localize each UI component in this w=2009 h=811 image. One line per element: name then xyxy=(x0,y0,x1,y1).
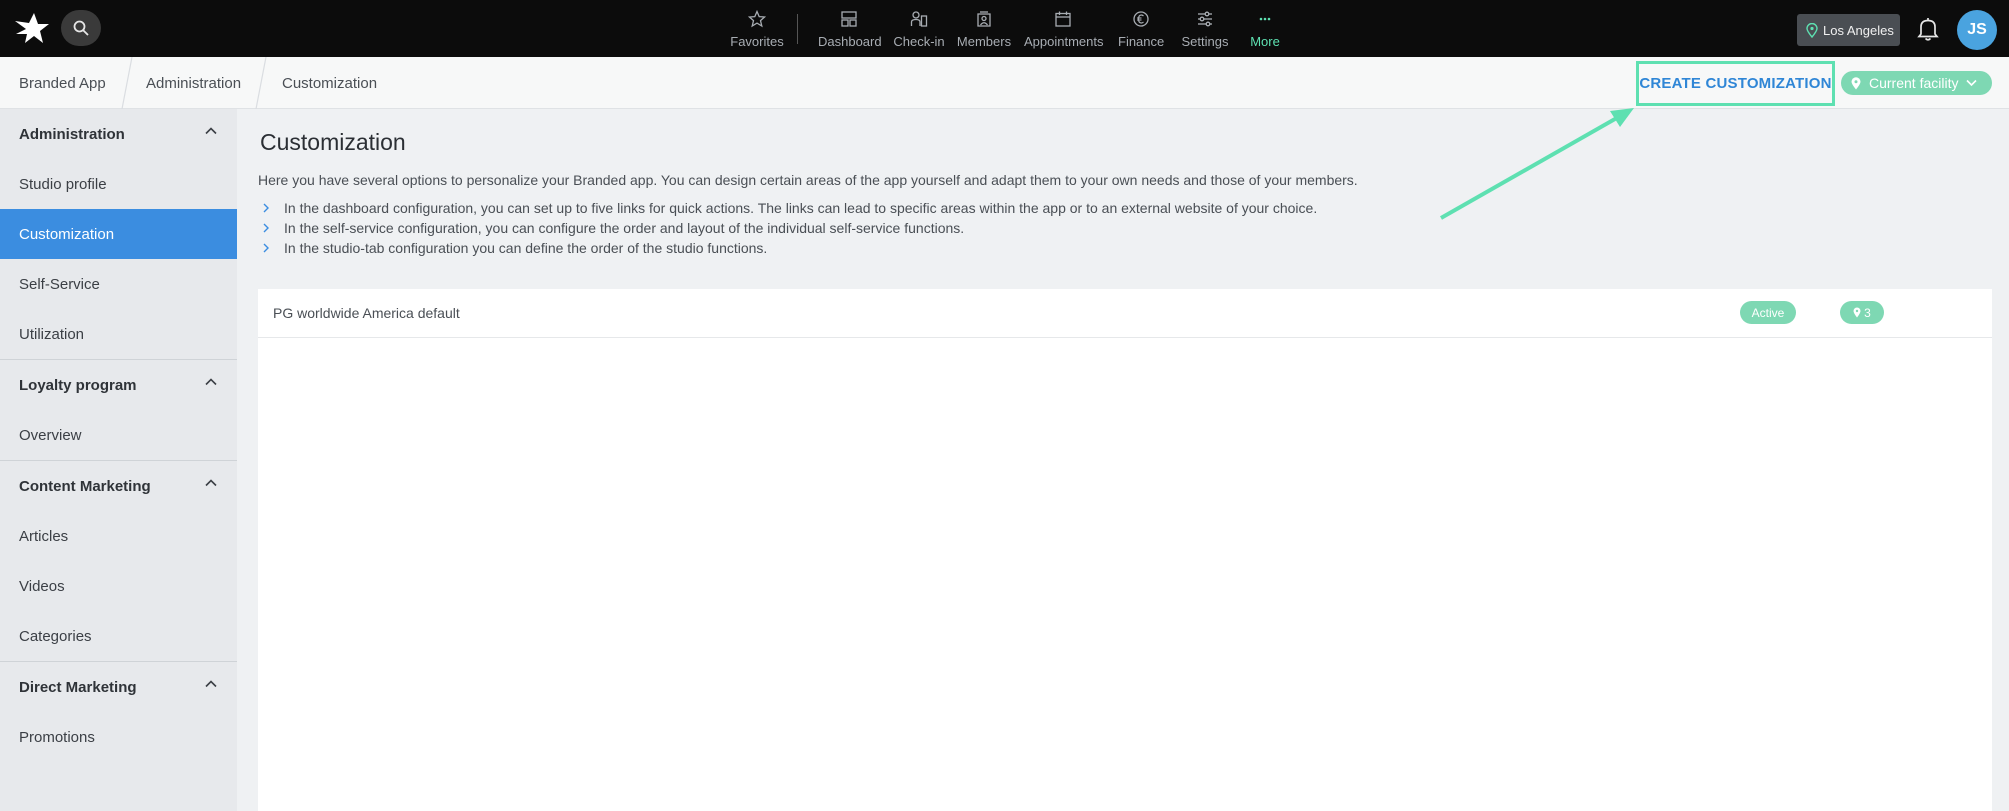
current-facility-dropdown[interactable]: Current facility xyxy=(1841,71,1992,95)
breadcrumb-customization: Customization xyxy=(282,74,378,92)
nav-settings[interactable]: Settings xyxy=(1180,8,1230,49)
nav-check-in-label: Check-in xyxy=(893,34,945,49)
sliders-icon xyxy=(1198,11,1212,27)
sidebar-item-customization[interactable]: Customization xyxy=(0,209,237,259)
info-bullet: In the self-service configuration, you c… xyxy=(262,220,964,236)
chevron-up-icon xyxy=(205,378,217,386)
sidebar-section-content-marketing[interactable]: Content Marketing xyxy=(0,461,237,511)
chevron-up-icon xyxy=(205,680,217,688)
location-label: Los Angeles xyxy=(1823,22,1894,38)
dashboard-icon xyxy=(841,11,857,27)
nav-finance-label: Finance xyxy=(1118,34,1165,49)
current-facility-label: Current facility xyxy=(1869,75,1959,91)
chevron-up-icon xyxy=(205,127,217,135)
nav-appointments-label: Appointments xyxy=(1024,34,1104,49)
nav-divider xyxy=(797,14,798,44)
chevron-right-icon xyxy=(263,203,269,213)
chevron-right-icon xyxy=(263,243,269,253)
nav-dashboard-label: Dashboard xyxy=(818,34,882,49)
info-bullet-text: In the dashboard configuration, you can … xyxy=(284,200,1318,216)
sidebar-section-title: Direct Marketing xyxy=(19,678,137,696)
sidebar-item-studio-profile[interactable]: Studio profile xyxy=(0,159,237,209)
location-pin-icon xyxy=(1806,22,1818,38)
nav-more[interactable]: More xyxy=(1248,8,1282,49)
chevron-right-icon xyxy=(263,223,269,233)
info-bullet: In the studio-tab configuration you can … xyxy=(262,240,767,256)
info-bullet: In the dashboard configuration, you can … xyxy=(262,200,1317,216)
breadcrumb-separator xyxy=(121,57,133,109)
sidebar-section-direct-marketing[interactable]: Direct Marketing xyxy=(0,662,237,712)
check-in-icon xyxy=(910,11,928,27)
location-pin-icon xyxy=(1851,76,1861,89)
sidebar-section-title: Loyalty program xyxy=(19,376,137,394)
location-count-badge: 3 xyxy=(1840,301,1884,324)
star-icon xyxy=(748,10,766,28)
sidebar-item-articles[interactable]: Articles xyxy=(0,511,237,561)
info-bullet-text: In the self-service configuration, you c… xyxy=(284,220,965,236)
chevron-up-icon xyxy=(205,479,217,487)
breadcrumb-administration[interactable]: Administration xyxy=(146,57,241,109)
nav-favorites-label: Favorites xyxy=(730,34,784,49)
sidebar-section-title: Content Marketing xyxy=(19,477,151,495)
more-icon xyxy=(1259,17,1271,21)
sidebar-item-self-service[interactable]: Self-Service xyxy=(0,259,237,309)
nav-favorites[interactable]: Favorites xyxy=(730,8,784,49)
avatar-initials: JS xyxy=(1967,21,1987,38)
nav-more-label: More xyxy=(1250,34,1280,49)
sidebar-item-categories[interactable]: Categories xyxy=(0,611,237,661)
nav-finance[interactable]: Finance xyxy=(1118,8,1164,49)
customization-name: PG worldwide America default xyxy=(273,305,460,321)
breadcrumb-separator xyxy=(255,57,267,109)
nav-check-in[interactable]: Check-in xyxy=(893,8,945,49)
sidebar-item-overview[interactable]: Overview xyxy=(0,410,237,460)
breadcrumb-branded-app[interactable]: Branded App xyxy=(19,57,106,109)
sidebar-section-administration[interactable]: Administration xyxy=(0,109,237,159)
sidebar-item-videos[interactable]: Videos xyxy=(0,561,237,611)
nav-members[interactable]: Members xyxy=(956,8,1012,49)
page-title: Customization xyxy=(260,129,406,155)
calendar-icon xyxy=(1055,11,1071,27)
brand-logo-icon[interactable] xyxy=(14,12,50,46)
search-icon xyxy=(73,20,89,36)
create-customization-button[interactable]: CREATE CUSTOMIZATION xyxy=(1636,61,1835,106)
status-badge: Active xyxy=(1740,301,1796,324)
sidebar-item-promotions[interactable]: Promotions xyxy=(0,712,237,762)
sidebar-item-utilization[interactable]: Utilization xyxy=(0,309,237,359)
nav-dashboard[interactable]: Dashboard xyxy=(818,8,882,49)
location-pin-icon xyxy=(1853,307,1861,318)
nav-settings-label: Settings xyxy=(1181,34,1229,49)
list-item[interactable]: PG worldwide America default Active 3 xyxy=(258,289,1992,338)
euro-icon xyxy=(1133,11,1149,27)
nav-appointments[interactable]: Appointments xyxy=(1024,8,1104,49)
info-bullet-text: In the studio-tab configuration you can … xyxy=(284,240,768,256)
chevron-down-icon xyxy=(1966,79,1978,87)
customization-list: PG worldwide America default Active 3 xyxy=(258,289,1992,811)
location-count: 3 xyxy=(1864,305,1871,320)
location-selector[interactable]: Los Angeles xyxy=(1797,14,1900,46)
sidebar-section-loyalty-program[interactable]: Loyalty program xyxy=(0,360,237,410)
nav-members-label: Members xyxy=(956,34,1012,49)
search-button[interactable] xyxy=(61,10,101,46)
notifications-bell-icon[interactable] xyxy=(1916,16,1940,42)
intro-text: Here you have several options to persona… xyxy=(258,172,1358,188)
members-icon xyxy=(977,11,991,27)
user-avatar[interactable]: JS xyxy=(1957,10,1997,50)
sidebar: Administration Studio profile Customizat… xyxy=(0,109,237,811)
top-navigation-bar: Favorites Dashboard Check-in Members App… xyxy=(0,0,2009,57)
sidebar-section-title: Administration xyxy=(19,125,125,143)
